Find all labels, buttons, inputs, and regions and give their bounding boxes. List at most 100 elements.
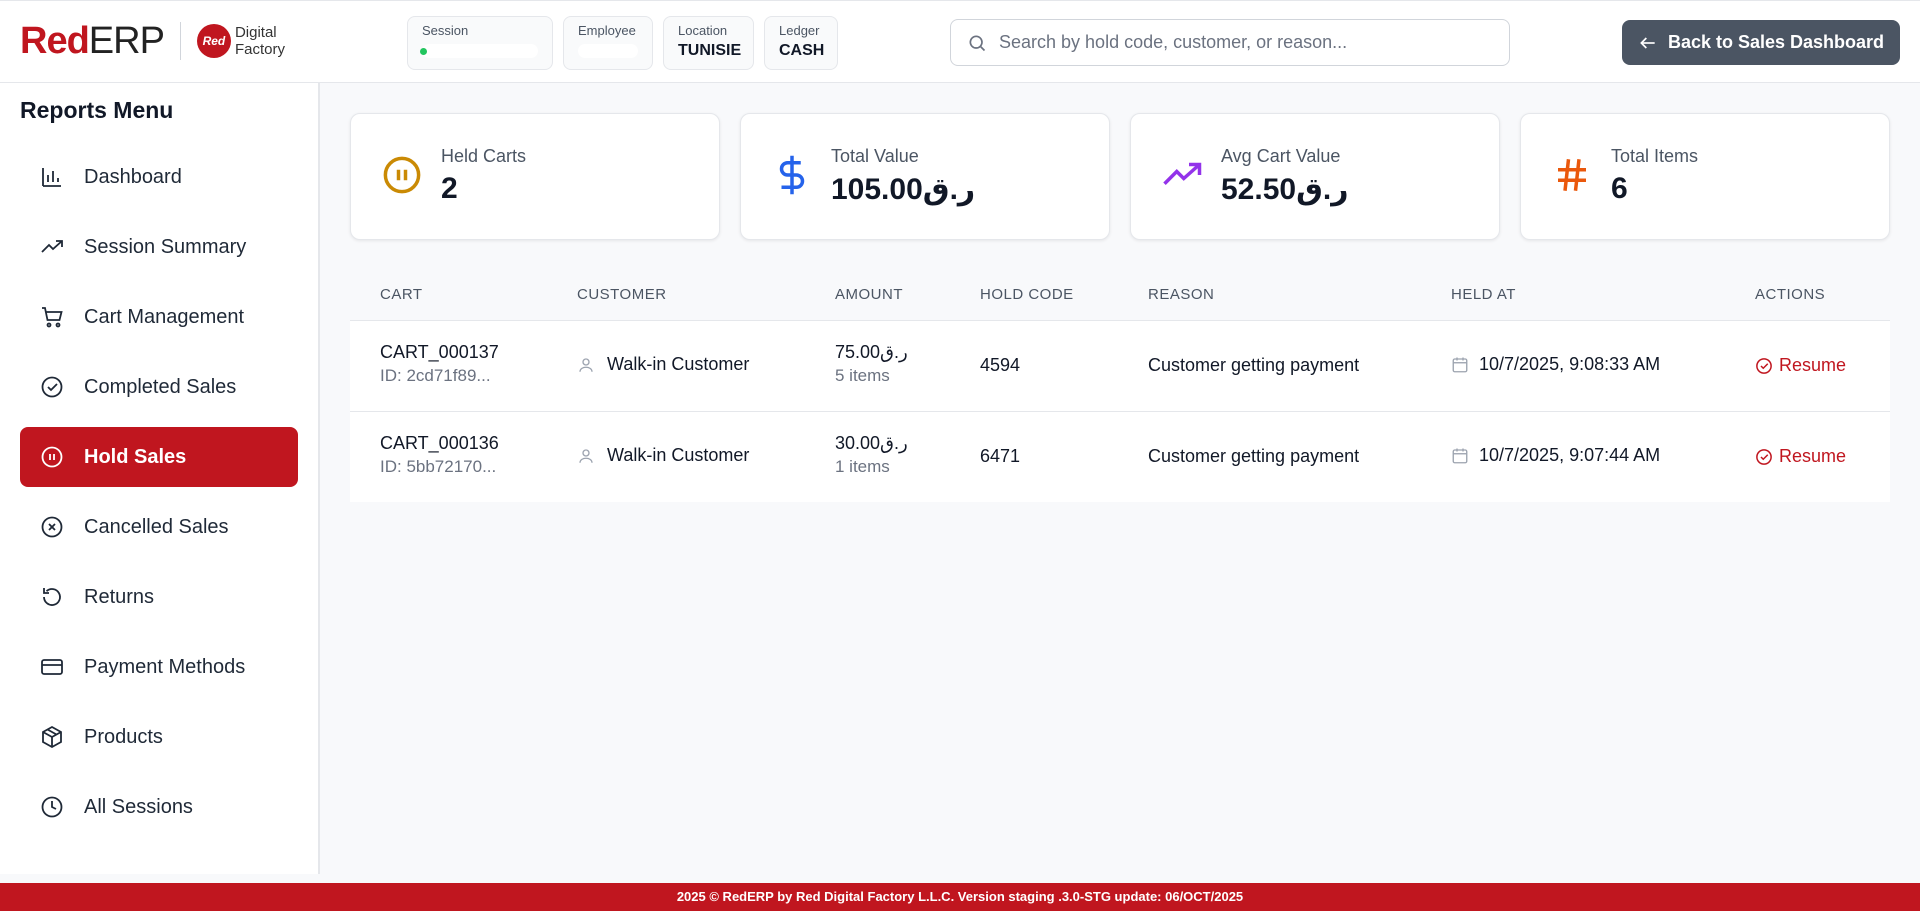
sidebar-item-label: Dashboard [84, 165, 182, 188]
employee-value [578, 44, 638, 58]
column-header-customer: CUSTOMER [577, 286, 667, 303]
stat-label: Avg Cart Value [1221, 146, 1341, 166]
customer-name: Walk-in Customer [607, 354, 750, 374]
employee-info: Employee [563, 16, 653, 70]
item-count: 1 items [835, 457, 890, 476]
pause-circle-icon [383, 156, 421, 194]
held-at-timestamp: 10/7/2025, 9:08:33 AM [1479, 354, 1661, 374]
cart-number: CART_000136 [380, 433, 499, 453]
cart-id: ID: 2cd71f89... [380, 366, 491, 385]
sidebar-item-label: Payment Methods [84, 655, 246, 678]
sidebar-item-label: Hold Sales [84, 445, 187, 468]
sidebar-item-label: Session Summary [84, 235, 247, 258]
sidebar-item-returns[interactable]: Returns [20, 567, 298, 627]
logo-erp-text: ERP [88, 20, 165, 62]
amount-value: 30.00ر.ق [835, 433, 908, 453]
stat-value: 52.50ر.ق [1221, 173, 1349, 206]
sidebar-item-label: Cart Management [84, 305, 245, 328]
digital-factory-text: Digital Factory [234, 24, 285, 58]
sidebar-title: Reports Menu [20, 97, 174, 123]
reports-sidebar: Reports Menu Dashboard Session Summary C… [0, 83, 320, 874]
sidebar-item-dashboard[interactable]: Dashboard [20, 147, 298, 207]
sidebar-item-all-sessions[interactable]: All Sessions [20, 777, 298, 837]
sidebar-item-session-summary[interactable]: Session Summary [20, 217, 298, 277]
stat-card-avg-cart-value: Avg Cart Value 52.50ر.ق [1130, 113, 1500, 240]
search-icon [969, 35, 986, 51]
column-header-cart: CART [380, 286, 423, 303]
table-row: CART_000136 ID: 5bb72170... Walk-in Cust… [350, 411, 1890, 502]
ledger-label: Ledger [779, 23, 820, 38]
stat-value: 2 [441, 172, 458, 205]
check-circle-icon [41, 376, 63, 398]
top-header: RedERP Red Digital Factory Session Employ… [0, 0, 1920, 83]
table-row: CART_000137 ID: 2cd71f89... Walk-in Cust… [350, 320, 1890, 411]
stat-card-held-carts: Held Carts 2 [350, 113, 720, 240]
sidebar-item-label: All Sessions [84, 795, 193, 818]
pause-circle-icon [41, 446, 63, 468]
column-header-reason: REASON [1148, 286, 1215, 303]
cart-id: ID: 5bb72170... [380, 457, 497, 476]
ledger-value: CASH [779, 42, 825, 59]
resume-label: Resume [1779, 355, 1847, 375]
stat-value: 105.00ر.ق [831, 173, 976, 206]
calendar-icon [1452, 448, 1468, 463]
hash-icon [1558, 159, 1586, 191]
column-header-hold-code: HOLD CODE [980, 286, 1074, 303]
resume-label: Resume [1779, 446, 1847, 466]
amount-value: 75.00ر.ق [835, 342, 908, 362]
location-value: TUNISIE [678, 42, 742, 59]
credit-card-icon [41, 659, 63, 675]
check-circle-icon [1756, 357, 1772, 374]
search-input[interactable] [999, 32, 1489, 53]
ledger-info: Ledger CASH [764, 16, 838, 70]
session-status-dot [420, 48, 427, 55]
column-header-held-at: HELD AT [1451, 286, 1516, 303]
dollar-icon [779, 155, 805, 195]
sidebar-item-label: Cancelled Sales [84, 515, 229, 538]
hold-reason: Customer getting payment [1148, 446, 1360, 466]
stat-label: Held Carts [441, 146, 527, 166]
held-carts-table: CART CUSTOMER AMOUNT HOLD CODE REASON HE… [350, 270, 1890, 502]
sidebar-item-cart-management[interactable]: Cart Management [20, 287, 298, 347]
rederp-logo[interactable]: RedERP Red Digital Factory [20, 21, 285, 61]
sidebar-item-label: Completed Sales [84, 375, 237, 398]
bar-chart-icon [42, 168, 61, 187]
package-icon [42, 725, 62, 749]
trending-up-icon [41, 240, 63, 253]
user-icon [579, 357, 593, 372]
search-box[interactable] [950, 19, 1510, 66]
cart-icon [42, 307, 63, 328]
check-circle-icon [1756, 448, 1772, 465]
stat-label: Total Items [1611, 146, 1699, 166]
sidebar-item-hold-sales[interactable]: Hold Sales [20, 427, 298, 487]
session-info: Session [407, 16, 553, 70]
sidebar-item-products[interactable]: Products [20, 707, 298, 767]
resume-button[interactable]: Resume [1755, 446, 1846, 467]
calendar-icon [1452, 357, 1468, 372]
rotate-ccw-icon [43, 588, 61, 606]
arrow-left-icon [1640, 36, 1655, 49]
trending-up-icon [1163, 162, 1202, 185]
cart-number: CART_000137 [380, 342, 499, 362]
sidebar-item-label: Products [84, 725, 163, 748]
back-to-sales-dashboard-button[interactable]: Back to Sales Dashboard [1622, 20, 1900, 65]
sidebar-item-completed-sales[interactable]: Completed Sales [20, 357, 298, 417]
column-header-actions: ACTIONS [1755, 286, 1826, 303]
x-circle-icon [41, 516, 63, 538]
stat-label: Total Value [831, 146, 919, 166]
digital-factory-badge: Red [196, 24, 231, 58]
location-label: Location [678, 23, 728, 38]
sidebar-item-cancelled-sales[interactable]: Cancelled Sales [20, 497, 298, 557]
stat-card-total-items: Total Items 6 [1520, 113, 1890, 240]
user-icon [579, 448, 593, 463]
clock-icon [41, 796, 63, 818]
stat-value: 6 [1611, 172, 1628, 205]
sidebar-item-payment-methods[interactable]: Payment Methods [20, 637, 298, 697]
logo-red-text: Red [20, 20, 90, 62]
customer-name: Walk-in Customer [607, 445, 750, 465]
session-value [420, 44, 538, 58]
logo-divider [179, 22, 181, 60]
resume-button[interactable]: Resume [1755, 355, 1846, 376]
back-button-label: Back to Sales Dashboard [1667, 32, 1885, 52]
held-at-timestamp: 10/7/2025, 9:07:44 AM [1479, 445, 1661, 465]
